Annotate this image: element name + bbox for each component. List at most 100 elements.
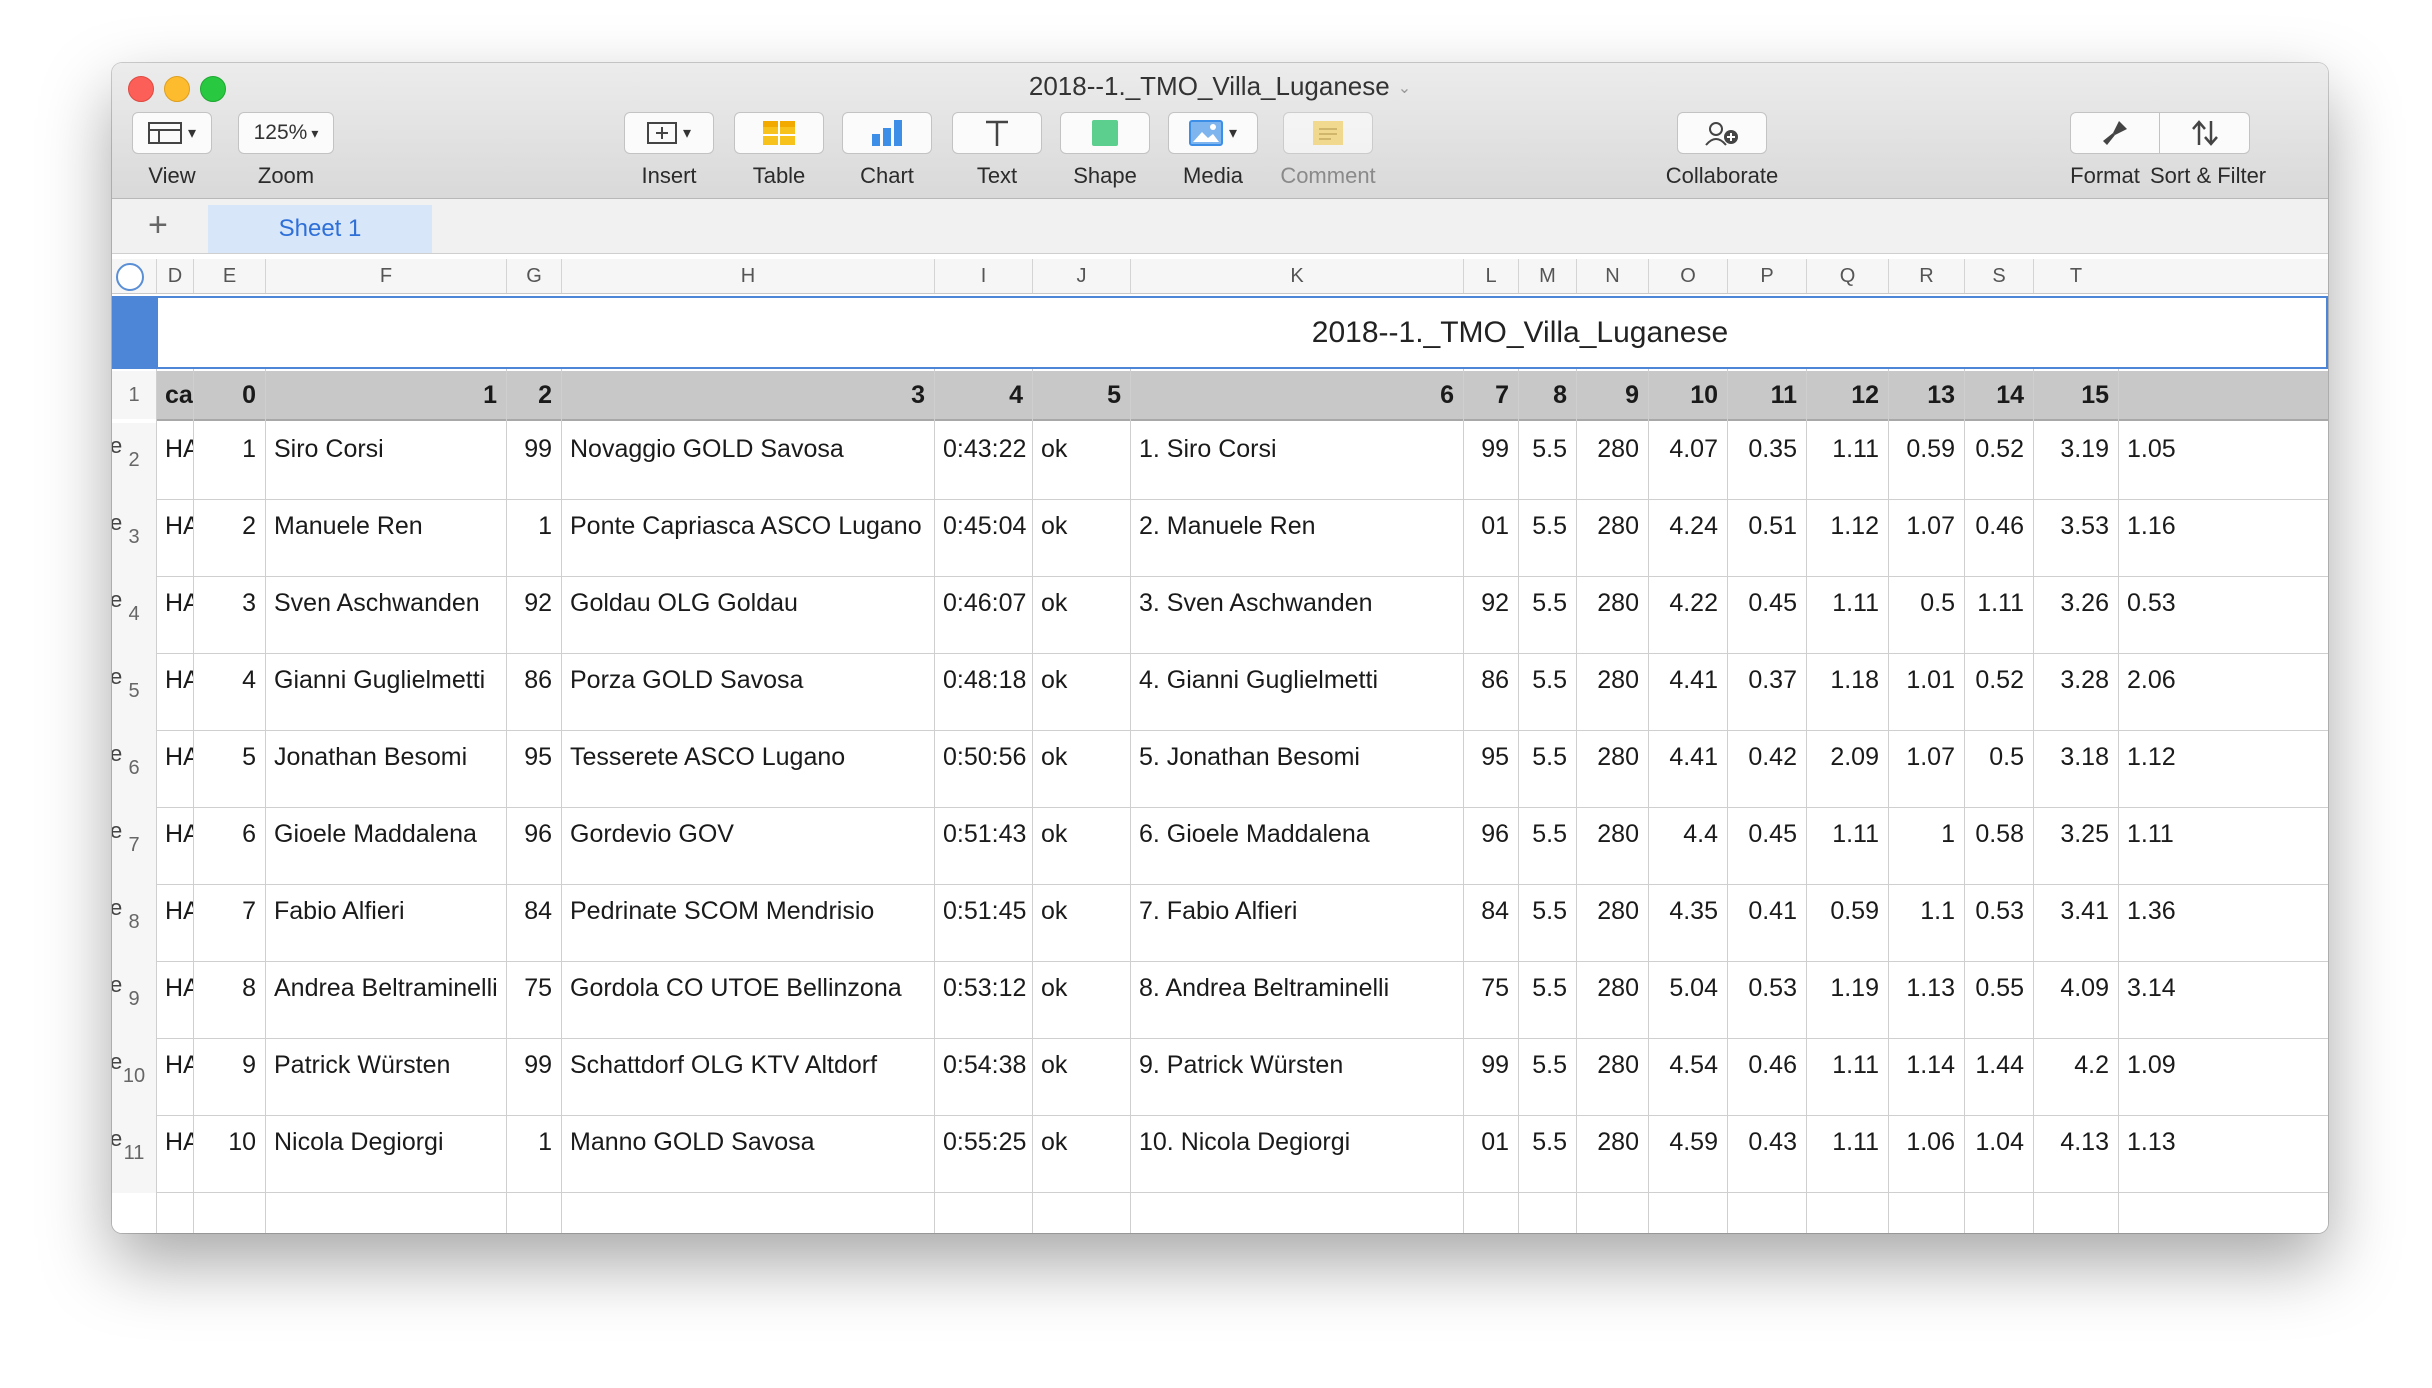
table-cell[interactable]: 1.11: [1806, 431, 1888, 467]
table-cell[interactable]: 86: [506, 662, 561, 698]
table-cell[interactable]: 0.53: [1964, 893, 2033, 929]
table-cell[interactable]: Fabio Alfieri: [265, 893, 506, 929]
table-cell[interactable]: 0.42: [1727, 739, 1806, 775]
table-cell[interactable]: Goldau OLG Goldau: [561, 585, 934, 621]
table-cell[interactable]: 10. Nicola Degiorgi: [1130, 1124, 1463, 1160]
table-cell[interactable]: HAL: [156, 970, 193, 1006]
table-cell[interactable]: 4.2: [2033, 1047, 2118, 1083]
table-cell[interactable]: 4.22: [1648, 585, 1727, 621]
table-cell[interactable]: 1.06: [1888, 1124, 1964, 1160]
table-cell[interactable]: 5.5: [1518, 739, 1576, 775]
table-cell[interactable]: 5.5: [1518, 662, 1576, 698]
table-cell[interactable]: 0.45: [1727, 816, 1806, 852]
table-tool[interactable]: Table: [734, 112, 824, 189]
table-cell[interactable]: 1.11: [1806, 816, 1888, 852]
table-cell[interactable]: 1.11: [1806, 1047, 1888, 1083]
table-cell[interactable]: 5.5: [1518, 1124, 1576, 1160]
header-cell[interactable]: 11: [1727, 371, 1806, 419]
table-cell[interactable]: 3.14: [2118, 970, 2185, 1006]
table-cell[interactable]: Andrea Beltraminelli: [265, 970, 506, 1006]
table-cell[interactable]: 5.5: [1518, 1047, 1576, 1083]
table-cell[interactable]: 8. Andrea Beltraminelli: [1130, 970, 1463, 1006]
view-tool[interactable]: ▾ View: [132, 112, 212, 189]
column-header-I[interactable]: I: [934, 259, 1032, 293]
table-cell[interactable]: 280: [1576, 1124, 1648, 1160]
table-cell[interactable]: Manuele Ren: [265, 508, 506, 544]
table-cell[interactable]: 1: [506, 508, 561, 544]
table-cell[interactable]: 0:51:45: [934, 893, 1032, 929]
spreadsheet-canvas[interactable]: DEFGHIJKLMNOPQRST 2018--1._TMO_Villa_Lug…: [112, 259, 2328, 1233]
table-cell[interactable]: HAL: [156, 585, 193, 621]
table-cell[interactable]: 1.09: [2118, 1047, 2185, 1083]
table-cell[interactable]: 1.11: [1964, 585, 2033, 621]
table-cell[interactable]: HAL: [156, 662, 193, 698]
table-cell[interactable]: 0:53:12: [934, 970, 1032, 1006]
table-cell[interactable]: 9: [193, 1047, 265, 1083]
table-cell[interactable]: 01: [1463, 1124, 1518, 1160]
table-cell[interactable]: ok: [1032, 1047, 1130, 1083]
table-cell[interactable]: ok: [1032, 739, 1130, 775]
table-cell[interactable]: 99: [1463, 1047, 1518, 1083]
table-cell[interactable]: 4.54: [1648, 1047, 1727, 1083]
table-cell[interactable]: 0:45:04: [934, 508, 1032, 544]
media-tool[interactable]: ▾ Media: [1168, 112, 1258, 189]
table-cell[interactable]: 92: [1463, 585, 1518, 621]
table-cell[interactable]: Pedrinate SCOM Mendrisio: [561, 893, 934, 929]
table-cell[interactable]: 280: [1576, 662, 1648, 698]
header-cell[interactable]: 5: [1032, 371, 1130, 419]
shape-button[interactable]: [1060, 112, 1150, 154]
header-cell[interactable]: 9: [1576, 371, 1648, 419]
table-cell[interactable]: 75: [506, 970, 561, 1006]
table-cell[interactable]: 3.53: [2033, 508, 2118, 544]
table-cell[interactable]: 280: [1576, 431, 1648, 467]
table-cell[interactable]: 5. Jonathan Besomi: [1130, 739, 1463, 775]
table-cell[interactable]: 7: [193, 893, 265, 929]
add-sheet-button[interactable]: +: [148, 205, 168, 245]
column-header-H[interactable]: H: [561, 259, 934, 293]
table-cell[interactable]: 3.26: [2033, 585, 2118, 621]
table-title-row[interactable]: 2018--1._TMO_Villa_Luganese: [112, 296, 2328, 369]
table-cell[interactable]: 1. Siro Corsi: [1130, 431, 1463, 467]
header-cell[interactable]: 1: [265, 371, 506, 419]
table-cell[interactable]: Sven Aschwanden: [265, 585, 506, 621]
table-cell[interactable]: 1.07: [1888, 739, 1964, 775]
table-cell[interactable]: 01: [1463, 508, 1518, 544]
table-cell[interactable]: 9. Patrick Würsten: [1130, 1047, 1463, 1083]
table-cell[interactable]: 0.46: [1964, 508, 2033, 544]
table-cell[interactable]: 280: [1576, 508, 1648, 544]
table-cell[interactable]: 3. Sven Aschwanden: [1130, 585, 1463, 621]
row-number[interactable]: e 10: [112, 1039, 156, 1116]
table-cell[interactable]: 96: [506, 816, 561, 852]
select-all-circle[interactable]: [116, 263, 144, 291]
table-cell[interactable]: Nicola Degiorgi: [265, 1124, 506, 1160]
table-cell[interactable]: 0.51: [1727, 508, 1806, 544]
column-header-O[interactable]: O: [1648, 259, 1727, 293]
format-button[interactable]: [2070, 112, 2160, 154]
table-cell[interactable]: 1.01: [1888, 662, 1964, 698]
table-cell[interactable]: 5.04: [1648, 970, 1727, 1006]
chart-tool[interactable]: Chart: [842, 112, 932, 189]
table-cell[interactable]: 5.5: [1518, 431, 1576, 467]
table-cell[interactable]: 4. Gianni Guglielmetti: [1130, 662, 1463, 698]
table-cell[interactable]: 2.09: [1806, 739, 1888, 775]
table-cell[interactable]: 5.5: [1518, 585, 1576, 621]
column-header-T[interactable]: T: [2033, 259, 2118, 293]
table-cell[interactable]: Siro Corsi: [265, 431, 506, 467]
table-cell[interactable]: 1.16: [2118, 508, 2185, 544]
table-cell[interactable]: 4.41: [1648, 739, 1727, 775]
table-cell[interactable]: 92: [506, 585, 561, 621]
table-cell[interactable]: Porza GOLD Savosa: [561, 662, 934, 698]
column-header-Q[interactable]: Q: [1806, 259, 1888, 293]
collaborate-button[interactable]: [1677, 112, 1767, 154]
header-cell[interactable]: 0: [193, 371, 265, 419]
column-header-D[interactable]: D: [156, 259, 193, 293]
table-cell[interactable]: 4.59: [1648, 1124, 1727, 1160]
table-cell[interactable]: Ponte Capriasca ASCO Lugano: [561, 508, 934, 544]
header-cell[interactable]: 2: [506, 371, 561, 419]
row-number[interactable]: e 11: [112, 1116, 156, 1193]
table-cell[interactable]: 0.59: [1806, 893, 1888, 929]
header-cell[interactable]: 14: [1964, 371, 2033, 419]
table-cell[interactable]: 5: [193, 739, 265, 775]
table-cell[interactable]: 6. Gioele Maddalena: [1130, 816, 1463, 852]
header-cell[interactable]: 6: [1130, 371, 1463, 419]
